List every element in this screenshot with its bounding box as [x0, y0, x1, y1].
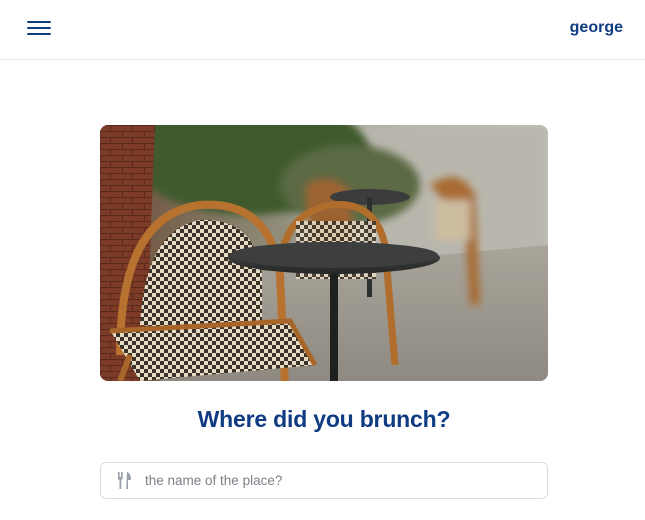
hamburger-menu-icon[interactable]	[27, 21, 51, 35]
place-search-field[interactable]	[100, 462, 548, 499]
top-bar: george	[0, 0, 645, 60]
fork-knife-icon	[118, 472, 131, 489]
place-name-input[interactable]	[145, 464, 535, 497]
page-title: Where did you brunch?	[197, 406, 451, 432]
username-link[interactable]: george	[570, 19, 623, 37]
hero-image	[100, 125, 548, 381]
